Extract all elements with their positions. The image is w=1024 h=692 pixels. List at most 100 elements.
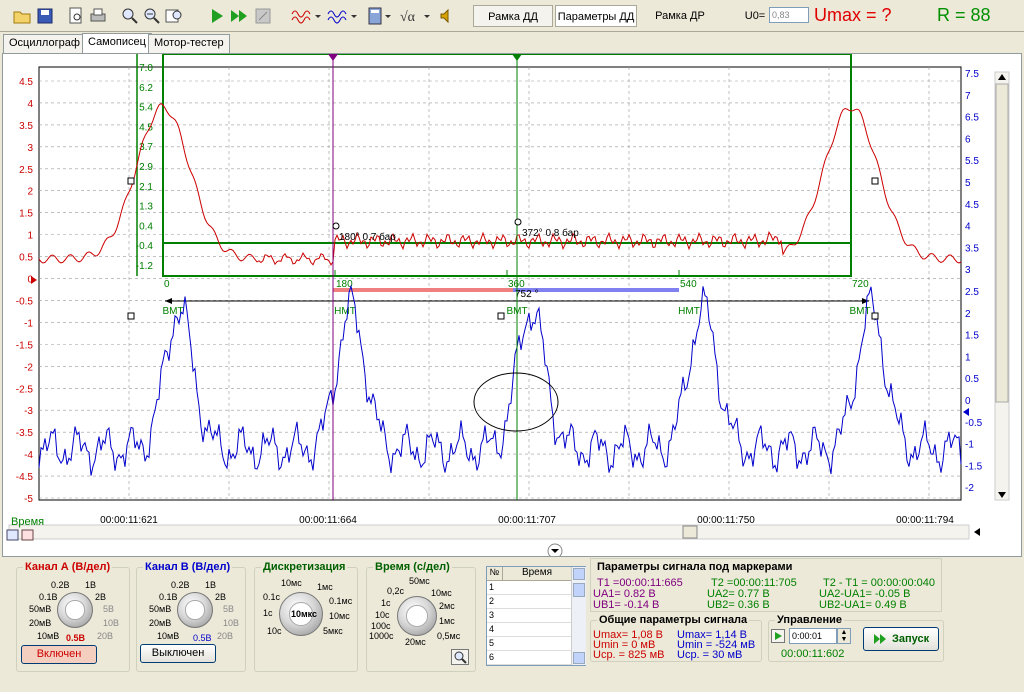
table-row[interactable]: 1 xyxy=(487,581,571,595)
time-label: 20мс xyxy=(405,637,426,647)
channel-b-toggle-button[interactable]: Выключен xyxy=(140,644,216,663)
channel-b-label: 20В xyxy=(217,631,234,641)
pressure-axis-tick: 2.9 xyxy=(139,162,153,173)
params-dd-button[interactable]: Параметры ДД xyxy=(555,5,637,27)
table-row[interactable]: 4 xyxy=(487,623,571,637)
fast-forward-icon[interactable] xyxy=(229,6,249,26)
sampling-title: Дискретизация xyxy=(261,561,348,573)
right-axis-tick: 1 xyxy=(965,352,971,363)
scroll-right-icon xyxy=(974,528,980,536)
play-icon[interactable] xyxy=(207,6,227,26)
control-title: Управление xyxy=(775,614,845,626)
uavg-a-value: Uср. = 825 мВ xyxy=(593,649,665,661)
start-button[interactable]: Запуск xyxy=(863,627,939,651)
left-axis-tick: 4 xyxy=(27,99,33,110)
table-header-n: № xyxy=(487,567,503,581)
time-knob[interactable] xyxy=(397,596,437,636)
sampling-label: 1с xyxy=(263,608,273,618)
table-row[interactable]: 3 xyxy=(487,609,571,623)
time-tick-label: 00:00:11:664 xyxy=(299,515,357,526)
control-time-input[interactable] xyxy=(789,628,837,644)
oscillogram-plot[interactable]: 4.5 4 3.5 3 2.5 2 1.5 1 0.5 0 -0.5 -1 -1.5 -2 -2.5 -3 -3… xyxy=(3,54,1021,556)
pressure-axis-tick: -0.4 xyxy=(136,241,154,252)
time-group: Время (с/дел) 50мс 0,2с 10мс 1с 2мс 10с … xyxy=(366,561,476,672)
sampling-label: 0.1с xyxy=(263,592,281,602)
left-axis-tick: -3 xyxy=(24,406,33,417)
right-axis-tick: 3.5 xyxy=(965,243,979,254)
zoom-out-icon[interactable] xyxy=(142,6,162,26)
u0-input[interactable] xyxy=(769,7,809,23)
angle-tick-label: 540 xyxy=(680,279,697,290)
sampling-label: 0.1мс xyxy=(329,596,353,606)
preview-icon[interactable] xyxy=(66,6,86,26)
wave-blue-icon[interactable] xyxy=(327,6,357,26)
x-axis-label: Время xyxy=(11,516,45,528)
wave-red-icon[interactable] xyxy=(291,6,321,26)
left-axis-tick: 2.5 xyxy=(19,165,33,176)
channel-a-title: Канал А (В/дел) xyxy=(23,561,113,573)
marker-1-handle xyxy=(328,54,338,61)
tab-recorder[interactable]: Самописец xyxy=(82,33,152,54)
right-axis-tick: 6.5 xyxy=(965,113,979,124)
resize-handle xyxy=(871,177,879,185)
marker-params-group: Параметры сигнала под маркерами T1 =00:0… xyxy=(590,558,942,612)
right-axis-tick: -2 xyxy=(965,483,974,494)
speaker-icon[interactable] xyxy=(437,6,457,26)
right-axis-tick: 2 xyxy=(965,309,971,320)
channel-b-knob[interactable] xyxy=(177,592,213,628)
calculator-icon[interactable] xyxy=(366,6,391,26)
channel-a-toggle-button[interactable]: Включен xyxy=(21,645,97,664)
channel-a-knob[interactable] xyxy=(57,592,93,628)
channel-b-label: 5В xyxy=(223,604,235,614)
sampling-group: Дискретизация 10мс 1мс 0.1с 0.1мс 1с 10м… xyxy=(254,561,358,672)
control-play-icon[interactable] xyxy=(771,629,785,643)
pressure-axis-tick: 2.1 xyxy=(139,182,153,193)
zoom-window-icon[interactable] xyxy=(164,6,184,26)
frame-dd-button[interactable]: Рамка ДД xyxy=(473,5,553,27)
stop-icon[interactable] xyxy=(253,6,273,26)
zoom-icon[interactable] xyxy=(120,6,140,26)
table-row[interactable]: 5 xyxy=(487,637,571,651)
sqrt-icon[interactable]: √α xyxy=(398,6,430,26)
left-axis-tick: -0.5 xyxy=(16,296,34,307)
left-axis-tick: -2.5 xyxy=(16,384,34,395)
marker-time-table[interactable]: № Время 1 2 3 4 5 6 xyxy=(486,566,586,666)
sampling-label: 1мс xyxy=(317,582,333,592)
zoom-blue-icon xyxy=(6,529,19,541)
time-label: 1с xyxy=(381,598,391,608)
resize-handle xyxy=(127,312,135,320)
resize-handle xyxy=(127,177,135,185)
table-scrollbar[interactable] xyxy=(571,567,586,665)
frame-dr-button[interactable]: Рамка ДР xyxy=(645,5,715,27)
horizontal-scrollbar xyxy=(8,524,970,540)
dub-value: UB2-UA1= 0.49 В xyxy=(819,599,907,611)
time-label: 2мс xyxy=(439,601,455,611)
angle-tick-label: 720 xyxy=(852,279,869,290)
control-time-spinner[interactable]: ▲ ▼ xyxy=(837,628,851,644)
time-zoom-icon[interactable] xyxy=(451,649,469,665)
right-axis-tick: -0.5 xyxy=(965,418,983,429)
time-label: 100с xyxy=(371,621,391,631)
umax-label: Umax = ? xyxy=(814,5,892,25)
uavg-b-value: Uср. = 30 мВ xyxy=(677,649,743,661)
left-axis-tick: -1 xyxy=(24,318,33,329)
tab-oscilloscope[interactable]: Осциллограф xyxy=(3,34,86,53)
marker-params-title: Параметры сигнала под маркерами xyxy=(597,561,793,573)
zoom-red-icon xyxy=(21,529,34,541)
print-icon[interactable] xyxy=(88,6,108,26)
left-axis-tick: -2 xyxy=(24,362,33,373)
tab-motor-tester[interactable]: Мотор-тестер xyxy=(148,34,230,53)
general-params-group: Общие параметры сигнала Umax= 1,08 В Umi… xyxy=(590,614,762,662)
pressure-axis-tick: 1.3 xyxy=(139,202,153,213)
right-axis-tick: 5.5 xyxy=(965,156,979,167)
channel-a-label: 2В xyxy=(95,592,107,602)
save-icon[interactable] xyxy=(35,6,55,26)
control-group: Управление ▲▼ 00:00:11:602 Запуск xyxy=(768,614,944,662)
time-label: 0,2с xyxy=(387,586,405,596)
channel-b-label: 1В xyxy=(205,580,217,590)
time-label: 10мс xyxy=(431,588,452,598)
table-row[interactable]: 6 xyxy=(487,651,571,665)
open-folder-icon[interactable] xyxy=(12,6,32,26)
span-label: 752 ° xyxy=(515,289,538,300)
table-row[interactable]: 2 xyxy=(487,595,571,609)
